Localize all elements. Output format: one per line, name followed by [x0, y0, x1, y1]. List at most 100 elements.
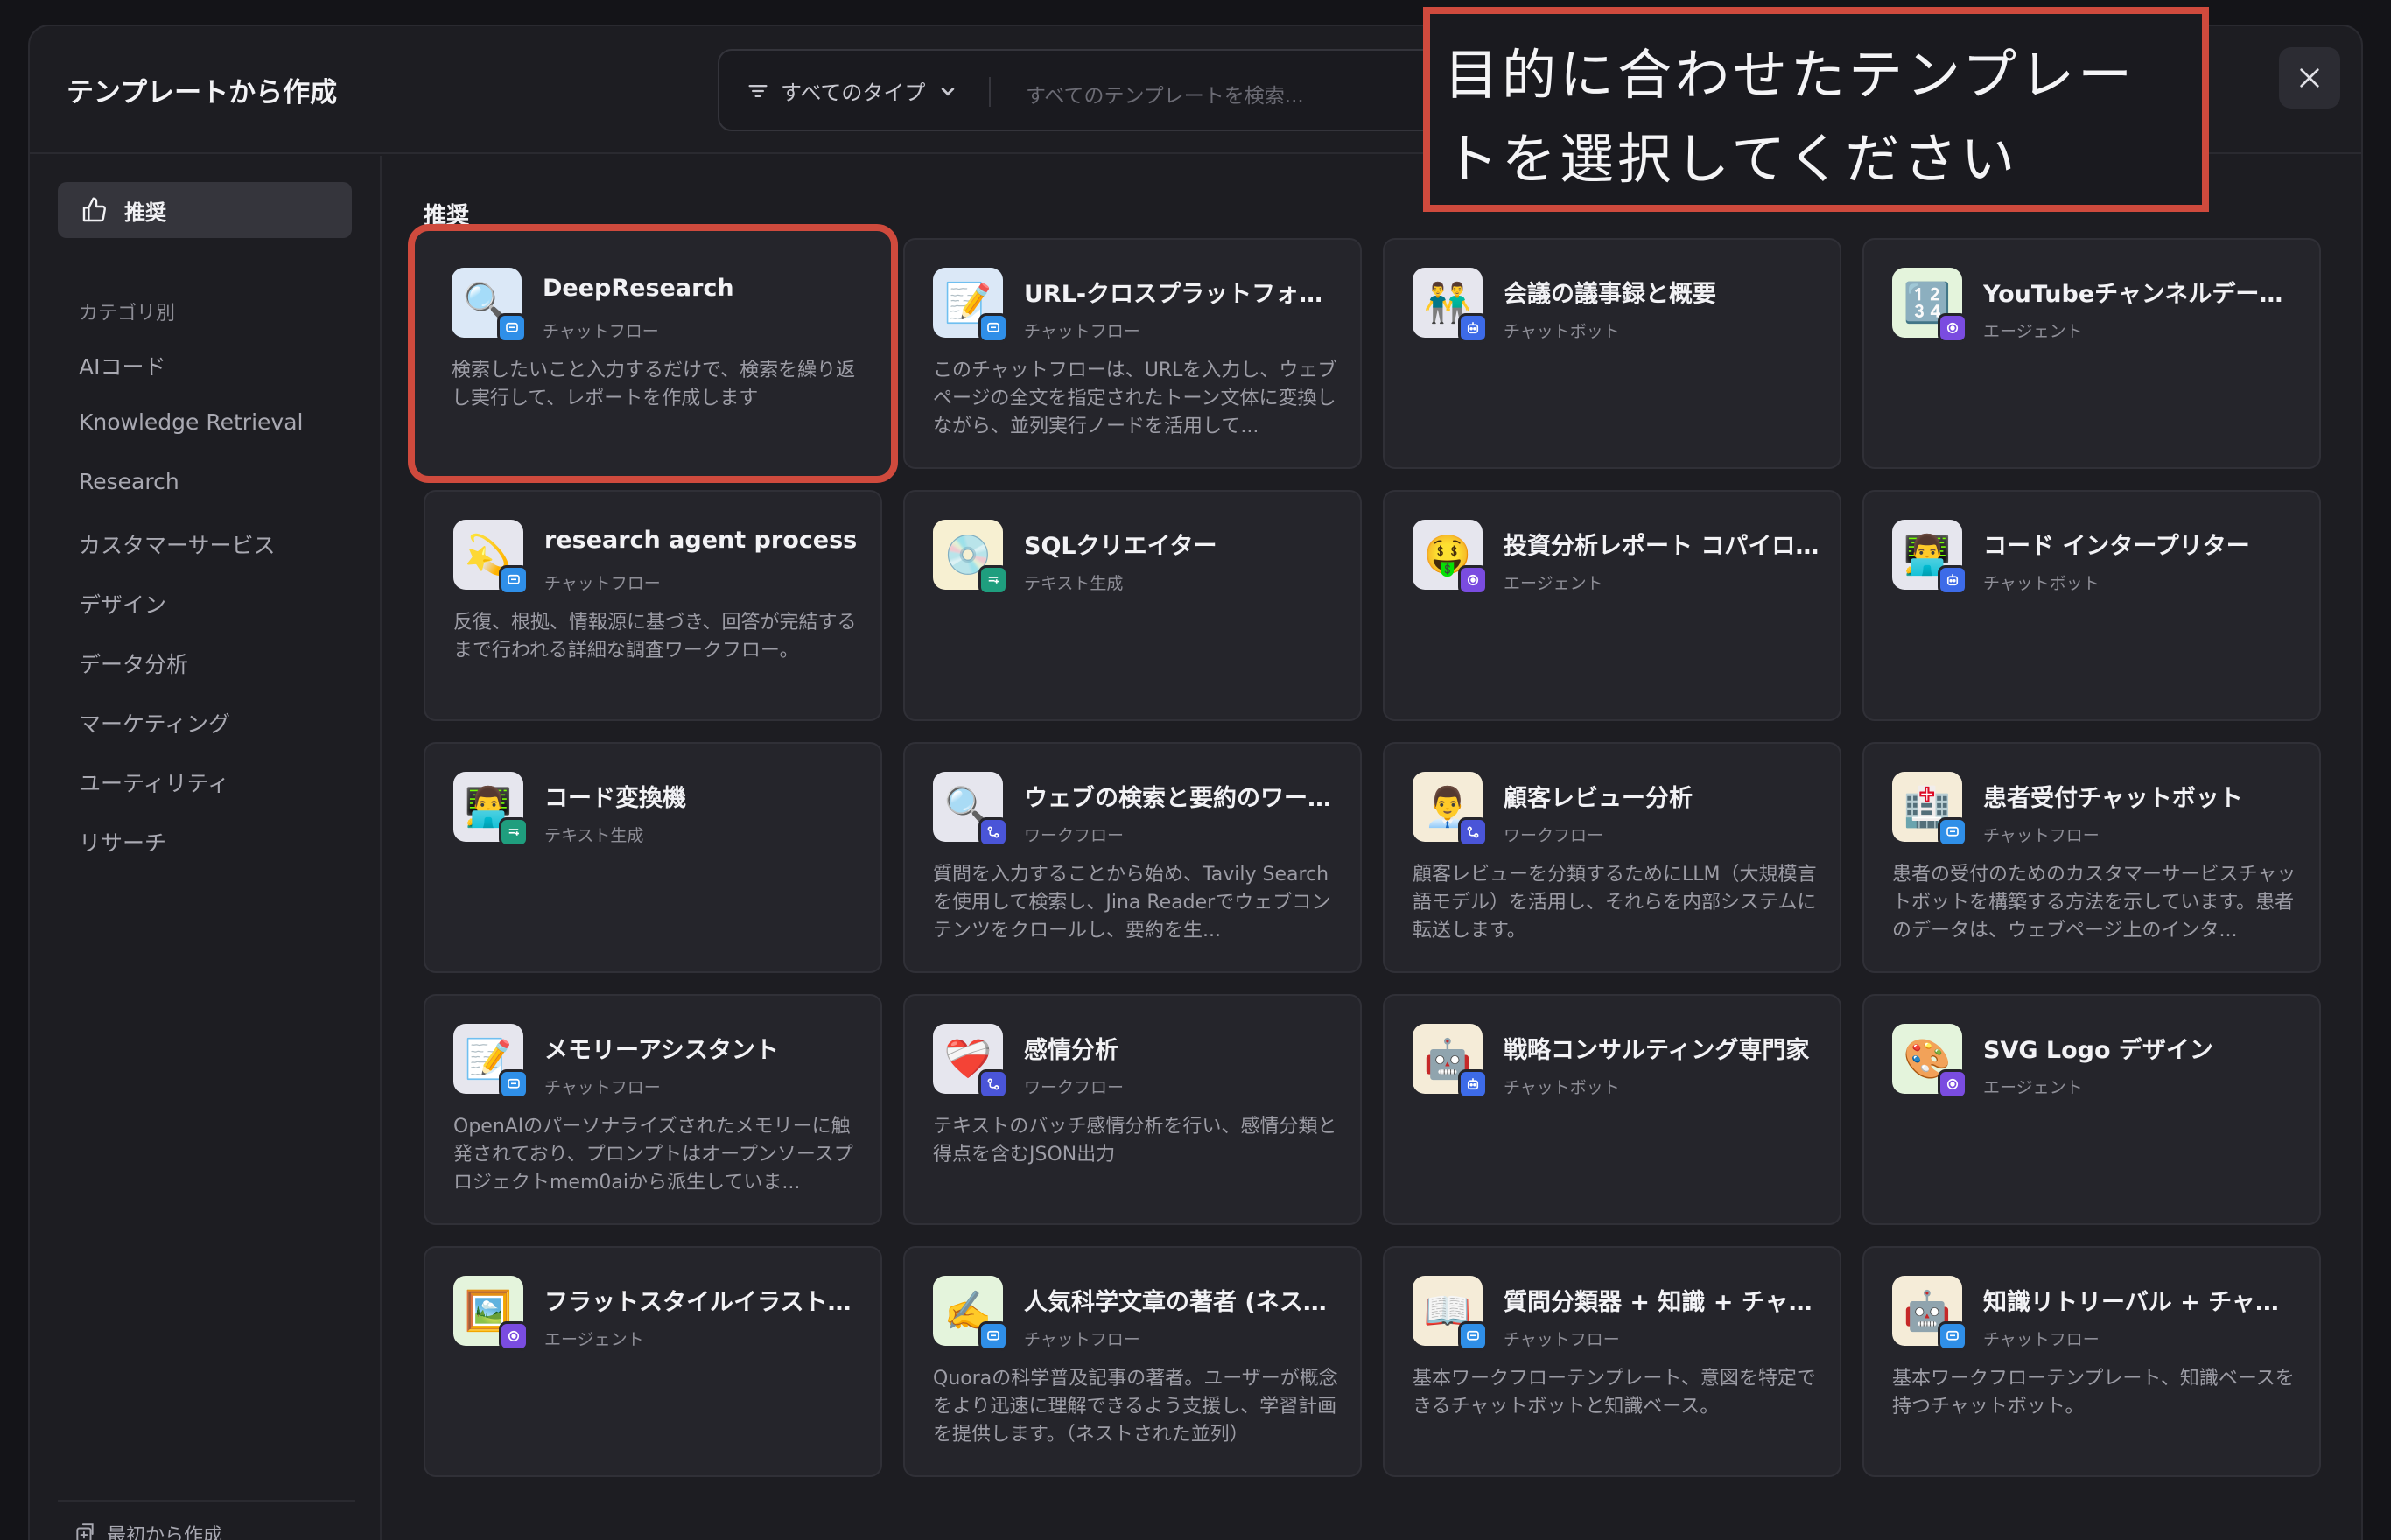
- template-card[interactable]: 🤑 投資分析レポート コパイロット エージェント: [1383, 490, 1841, 721]
- sidebar-item-research-jp[interactable]: リサーチ: [79, 826, 166, 858]
- template-type: チャットフロー: [1024, 322, 1140, 341]
- agent-type-badge-icon: [1938, 1069, 1967, 1099]
- sidebar-item-recommended[interactable]: 推奨: [58, 182, 352, 238]
- type-filter-label: すべてのタイプ: [781, 80, 926, 105]
- template-type: チャットフロー: [543, 322, 659, 341]
- chat-type-badge-icon: [978, 1321, 1008, 1351]
- sidebar-item-research[interactable]: Research: [79, 469, 179, 494]
- template-type: チャットボット: [1504, 1078, 1620, 1097]
- template-type: チャットボット: [1504, 322, 1620, 341]
- template-name: DeepResearch: [543, 275, 734, 302]
- sidebar-item-data-analysis[interactable]: データ分析: [79, 648, 188, 679]
- sidebar-item-utility[interactable]: ユーティリティ: [79, 766, 229, 798]
- chevron-down-icon: [942, 87, 955, 95]
- flow-type-badge-icon: [978, 1069, 1008, 1099]
- template-card[interactable]: 🤖 戦略コンサルティング専門家 チャットボット: [1383, 994, 1841, 1225]
- template-type: ワークフロー: [1024, 1078, 1125, 1097]
- sidebar-item-knowledge-retrieval[interactable]: Knowledge Retrieval: [79, 410, 303, 435]
- agent-type-badge-icon: [499, 1321, 529, 1351]
- close-button[interactable]: [2279, 47, 2340, 108]
- sidebar-item-customer-service[interactable]: カスタマーサービス: [79, 528, 276, 560]
- template-name: コード インタープリター: [1983, 533, 2250, 560]
- chat-type-badge-icon: [1458, 1321, 1488, 1351]
- chat-type-badge-icon: [499, 1069, 529, 1099]
- template-card[interactable]: 🏥 患者受付チャットボット チャットフロー 患者の受付のためのカスタマーサービスチャッ…: [1862, 742, 2321, 973]
- create-from-scratch-button[interactable]: 最初から作成: [58, 1500, 355, 1540]
- template-name: 質問分類器 + 知識 + チャットボット: [1504, 1289, 1820, 1316]
- template-card[interactable]: 🖼️ フラットスタイルイラスト生成 エージェント: [424, 1246, 882, 1477]
- template-name: research agent process: [544, 527, 858, 554]
- template-type: チャットフロー: [544, 574, 661, 593]
- annotation-callout: 目的に合わせたテンプレートを選択してください: [1423, 7, 2209, 212]
- modal-title: テンプレートから作成: [67, 77, 338, 108]
- template-card[interactable]: 📖質問分類器 + 知識 + チャットボットチャットフロー基本ワークフローテンプレ…: [1383, 1246, 1841, 1477]
- template-card[interactable]: 💿 SQLクリエイター テキスト生成: [903, 490, 1362, 721]
- close-icon: [2300, 68, 2319, 88]
- template-name: 戦略コンサルティング専門家: [1504, 1037, 1810, 1064]
- chat-type-badge-icon: [978, 313, 1008, 343]
- template-card[interactable]: 👬 会議の議事録と概要 チャットボット: [1383, 238, 1841, 469]
- sidebar-item-marketing[interactable]: マーケティング: [79, 707, 230, 738]
- template-card[interactable]: ✍️人気科学文章の著者 (ネストされた並列)チャットフローQuoraの科学普及記…: [903, 1246, 1362, 1477]
- sidebar-item-label: 推奨: [124, 200, 166, 225]
- template-description: 基本ワークフローテンプレート、知識ベースを持つチャットボット。: [1892, 1368, 2295, 1418]
- template-type: チャットフロー: [1504, 1330, 1620, 1349]
- template-description: このチャットフローは、URLを入力し、ウェブページの全文を指定されたトーン文体に…: [933, 360, 1337, 438]
- template-name: SQLクリエイター: [1024, 533, 1217, 560]
- template-name: コード変換機: [544, 785, 686, 812]
- flow-type-badge-icon: [978, 817, 1008, 847]
- template-name: SVG Logo デザイン: [1983, 1037, 2213, 1064]
- template-type: チャットフロー: [1983, 1330, 2100, 1349]
- type-filter-dropdown[interactable]: すべてのタイプ: [746, 75, 960, 106]
- template-type: チャットボット: [1983, 574, 2100, 593]
- template-description: 質問を入力することから始め、Tavily Searchを使用して検索し、Jina…: [933, 864, 1331, 942]
- divider: [989, 77, 991, 107]
- create-from-template-modal: テンプレートから作成 すべてのタイプ すべてのテンプレートを検索... 推奨 カ…: [28, 24, 2363, 1540]
- bot-type-badge-icon: [1458, 313, 1488, 343]
- agent-type-badge-icon: [1458, 565, 1488, 595]
- text-type-badge-icon: [978, 565, 1008, 595]
- template-card[interactable]: 👨‍💻 コード インタープリター チャットボット: [1862, 490, 2321, 721]
- category-heading: カテゴリ別: [79, 303, 176, 325]
- template-name: YouTubeチャンネルデータ分析: [1983, 281, 2300, 308]
- agent-type-badge-icon: [1938, 313, 1967, 343]
- sidebar-item-design[interactable]: デザイン: [79, 588, 166, 620]
- annotation-text: 目的に合わせたテンプレートを選択してください: [1444, 43, 2136, 191]
- text-type-badge-icon: [499, 817, 529, 847]
- template-card[interactable]: 🔍 DeepResearch チャットフロー 検索したいこと入力するだけで、検索を繰り…: [408, 224, 898, 483]
- template-name: 知識リトリーバル + チャットボット: [1983, 1289, 2300, 1316]
- template-name: 投資分析レポート コパイロット: [1504, 533, 1820, 560]
- template-description: テキストのバッチ感情分析を行い、感情分類と得点を含むJSON出力: [933, 1116, 1337, 1166]
- template-type: ワークフロー: [1504, 826, 1604, 845]
- template-description: Quoraの科学普及記事の著者。ユーザーが概念をより迅速に理解できるよう支援し、…: [933, 1368, 1338, 1446]
- template-type: エージェント: [1983, 322, 2083, 341]
- template-card[interactable]: 🤖知識リトリーバル + チャットボットチャットフロー基本ワークフローテンプレート…: [1862, 1246, 2321, 1477]
- chat-type-badge-icon: [499, 565, 529, 595]
- template-description: 反復、根拠、情報源に基づき、回答が完結するまで行われる詳細な調査ワークフロー。: [453, 612, 857, 662]
- template-type: テキスト生成: [544, 826, 644, 845]
- sidebar-item-ai-code[interactable]: AIコード: [79, 350, 165, 382]
- template-card[interactable]: 👨‍💻 コード変換機 テキスト生成: [424, 742, 882, 973]
- search-input[interactable]: すべてのテンプレートを検索...: [1026, 79, 1304, 108]
- template-type: チャットフロー: [1983, 826, 2100, 845]
- flow-type-badge-icon: [1458, 817, 1488, 847]
- template-card[interactable]: ❤️‍🩹 感情分析 ワークフロー テキストのバッチ感情分析を行い、感情分類と得点を含む…: [903, 994, 1362, 1225]
- template-type: ワークフロー: [1024, 826, 1125, 845]
- template-card[interactable]: 🔢 YouTubeチャンネルデータ分析 エージェント: [1862, 238, 2321, 469]
- bot-type-badge-icon: [1938, 565, 1967, 595]
- template-card[interactable]: 🔍ウェブの検索と要約のワークフローパターンワークフロー質問を入力することから始め…: [903, 742, 1362, 973]
- template-type: エージェント: [544, 1330, 644, 1349]
- chat-type-badge-icon: [1938, 1321, 1967, 1351]
- template-name: フラットスタイルイラスト生成: [544, 1289, 861, 1316]
- thumbs-up-icon: [82, 197, 106, 222]
- template-description: OpenAIのパーソナライズされたメモリーに触発されており、プロンプトはオープン…: [453, 1116, 853, 1194]
- template-card[interactable]: 📝 URL-クロスプラットフォーム チャットフロー このチャットフローは、URLを入力…: [903, 238, 1362, 469]
- template-card[interactable]: 🎨 SVG Logo デザイン エージェント: [1862, 994, 2321, 1225]
- template-card[interactable]: 👨‍💼 顧客レビュー分析 ワークフロー 顧客レビューを分類するためにLLM（大規模言語…: [1383, 742, 1841, 973]
- template-card[interactable]: 💫 research agent process チャットフロー 反復、根拠、情報源に…: [424, 490, 882, 721]
- template-card[interactable]: 📝 メモリーアシスタント チャットフロー OpenAIのパーソナライズされたメモリーに…: [424, 994, 882, 1225]
- template-name: 人気科学文章の著者 (ネストされた並列): [1024, 1289, 1341, 1316]
- template-name: メモリーアシスタント: [544, 1037, 779, 1064]
- template-description: 患者の受付のためのカスタマーサービスチャットボットを構築する方法を示しています。…: [1892, 864, 2296, 942]
- template-description: 基本ワークフローテンプレート、意図を特定できるチャットボットと知識ベース。: [1413, 1368, 1816, 1418]
